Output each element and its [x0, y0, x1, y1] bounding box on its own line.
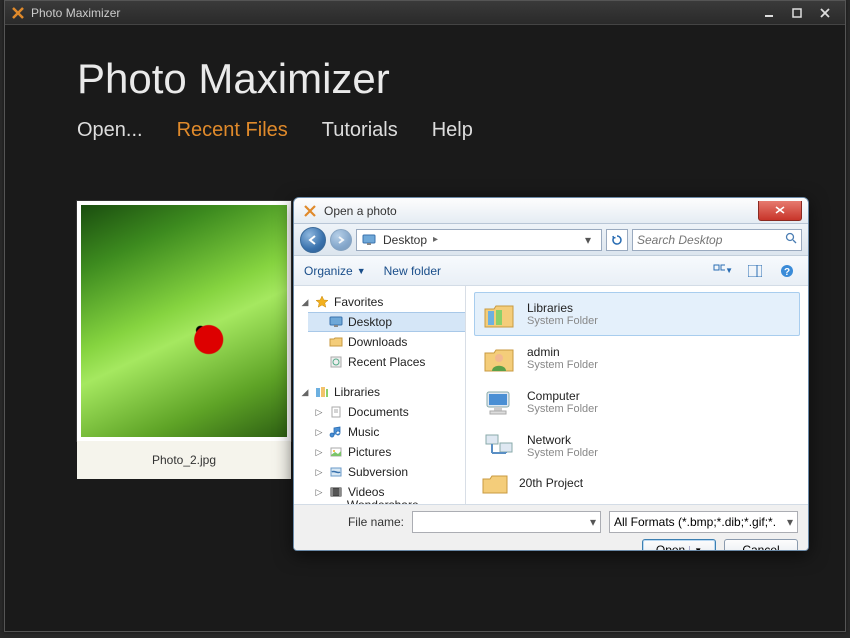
filename-input[interactable]: ▾	[412, 511, 601, 533]
search-input[interactable]	[637, 233, 781, 247]
dialog-footer: File name: ▾ All Formats (*.bmp;*.dib;*.…	[294, 504, 808, 551]
chevron-down-icon[interactable]: ▾	[787, 515, 793, 529]
desktop-icon	[361, 232, 377, 248]
expand-icon[interactable]: ▷	[314, 407, 324, 418]
expand-icon[interactable]: ▷	[314, 447, 324, 458]
user-folder-icon	[481, 340, 517, 376]
view-options-button[interactable]: ▼	[712, 261, 734, 281]
breadcrumb-arrow-icon: ▸	[433, 234, 438, 245]
tree-favorites[interactable]: ◢ Favorites	[294, 292, 465, 312]
recent-places-icon	[328, 354, 344, 370]
file-item-20th-project[interactable]: 20th Project	[474, 468, 800, 498]
menu-tutorials[interactable]: Tutorials	[322, 119, 398, 142]
file-item-computer[interactable]: ComputerSystem Folder	[474, 380, 800, 424]
dialog-nav-bar: Desktop ▸ ▾	[294, 224, 808, 256]
nav-forward-button[interactable]	[330, 229, 352, 251]
menu-help[interactable]: Help	[432, 119, 473, 142]
organize-menu[interactable]: Organize ▼	[304, 264, 366, 278]
tree-subversion[interactable]: ▷Subversion	[308, 462, 465, 482]
file-item-network[interactable]: NetworkSystem Folder	[474, 424, 800, 468]
svg-text:?: ?	[784, 267, 790, 278]
tree-downloads[interactable]: Downloads	[308, 332, 465, 352]
filename-label: File name:	[304, 515, 404, 529]
videos-icon	[328, 484, 344, 500]
preview-pane-button[interactable]	[744, 261, 766, 281]
dialog-titlebar[interactable]: Open a photo	[294, 198, 808, 224]
libraries-icon	[314, 384, 330, 400]
thumbnail-caption: Photo_2.jpg	[77, 441, 291, 479]
computer-icon	[481, 384, 517, 420]
new-folder-button[interactable]: New folder	[384, 264, 441, 278]
nav-back-button[interactable]	[300, 227, 326, 253]
search-box[interactable]	[632, 229, 802, 251]
tree-pictures[interactable]: ▷Pictures	[308, 442, 465, 462]
app-titlebar[interactable]: Photo Maximizer	[5, 1, 845, 25]
dialog-toolbar: Organize ▼ New folder ▼ ?	[294, 256, 808, 286]
refresh-button[interactable]	[606, 229, 628, 251]
close-button[interactable]	[811, 4, 839, 22]
network-icon	[481, 428, 517, 464]
dialog-close-button[interactable]	[758, 201, 802, 221]
app-window-title: Photo Maximizer	[31, 6, 120, 20]
tree-music[interactable]: ▷Music	[308, 422, 465, 442]
open-file-dialog: Open a photo Desktop ▸ ▾	[293, 197, 809, 551]
chevron-down-icon[interactable]: ▾	[590, 515, 596, 529]
tree-libraries[interactable]: ◢ Libraries	[294, 382, 465, 402]
cancel-button[interactable]: Cancel	[724, 539, 798, 551]
file-item-libraries[interactable]: LibrariesSystem Folder	[474, 292, 800, 336]
star-icon	[314, 294, 330, 310]
collapse-icon[interactable]: ◢	[300, 297, 310, 308]
file-item-admin[interactable]: adminSystem Folder	[474, 336, 800, 380]
thumbnail-image	[81, 205, 287, 437]
expand-icon[interactable]: ▷	[314, 487, 324, 498]
expand-icon[interactable]: ▷	[314, 467, 324, 478]
tree-desktop[interactable]: Desktop	[308, 312, 465, 332]
app-logo-icon	[11, 6, 25, 20]
folder-icon	[328, 334, 344, 350]
dialog-title: Open a photo	[324, 204, 397, 218]
recent-file-thumbnail[interactable]: Photo_2.jpg	[77, 201, 291, 479]
expand-icon[interactable]: ▷	[314, 427, 324, 438]
desktop-icon	[328, 314, 344, 330]
folder-tree[interactable]: ◢ Favorites Desktop	[294, 286, 466, 504]
tree-recent-places[interactable]: Recent Places	[308, 352, 465, 372]
open-button[interactable]: Open▼	[642, 539, 716, 551]
collapse-icon[interactable]: ◢	[300, 387, 310, 398]
maximize-button[interactable]	[783, 4, 811, 22]
pictures-icon	[328, 444, 344, 460]
file-type-filter[interactable]: All Formats (*.bmp;*.dib;*.gif;*.▾	[609, 511, 798, 533]
app-window: Photo Maximizer Photo Maximizer Open... …	[4, 0, 846, 632]
chevron-down-icon[interactable]: ▼	[689, 546, 702, 552]
app-title: Photo Maximizer	[5, 25, 845, 113]
folder-icon	[481, 471, 509, 495]
music-icon	[328, 424, 344, 440]
minimize-button[interactable]	[755, 4, 783, 22]
breadcrumb-location: Desktop	[383, 233, 427, 247]
search-icon	[785, 232, 797, 247]
help-button[interactable]: ?	[776, 261, 798, 281]
breadcrumb-dropdown-icon[interactable]: ▾	[579, 233, 597, 247]
chevron-down-icon: ▼	[357, 266, 366, 276]
menu-open[interactable]: Open...	[77, 119, 143, 142]
tree-wondershare[interactable]: ▷Wondershare AllMyTu	[308, 502, 465, 504]
file-list[interactable]: LibrariesSystem Folder adminSystem Folde…	[466, 286, 808, 504]
documents-icon	[328, 404, 344, 420]
menu-recent-files[interactable]: Recent Files	[177, 119, 288, 142]
subversion-icon	[328, 464, 344, 480]
dialog-icon	[302, 203, 318, 219]
tree-documents[interactable]: ▷Documents	[308, 402, 465, 422]
app-menu: Open... Recent Files Tutorials Help	[5, 113, 845, 160]
breadcrumb[interactable]: Desktop ▸ ▾	[356, 229, 602, 251]
libraries-icon	[481, 296, 517, 332]
